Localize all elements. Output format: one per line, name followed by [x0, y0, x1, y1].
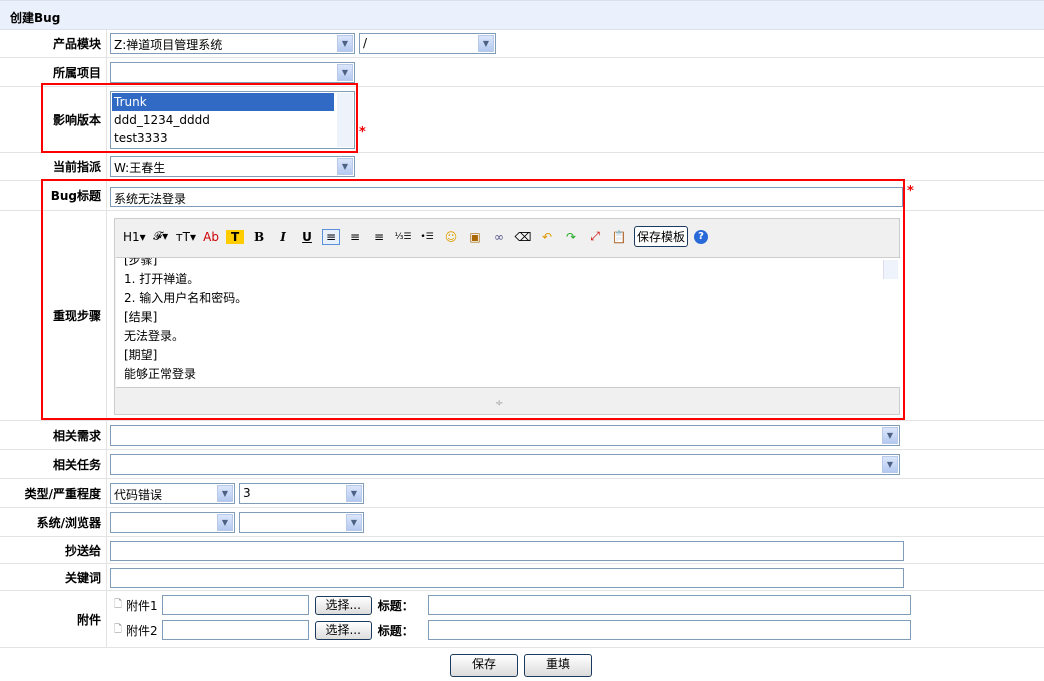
row-task: 相关任务 ▼ — [0, 450, 1044, 479]
chevron-down-icon: ▼ — [337, 158, 353, 175]
browse-button[interactable]: 选择... — [314, 620, 372, 640]
project-select[interactable]: ▼ — [110, 62, 355, 83]
row-product-module: 产品模块 Z:禅道项目管理系统 ▼ / ▼ — [0, 30, 1044, 58]
chevron-down-icon: ▼ — [478, 35, 494, 52]
file-row: 🗋 附件2 选择... 标题： — [114, 620, 911, 640]
file-title-input[interactable] — [427, 595, 911, 615]
chevron-down-icon: ▼ — [346, 514, 362, 531]
type-value: 代码错误 — [114, 488, 163, 502]
highlight-box — [41, 179, 905, 420]
label-project: 所属项目 — [0, 58, 107, 86]
module-value: / — [363, 36, 368, 50]
assigned-value: W:王春生 — [114, 161, 166, 175]
required-mark: * — [359, 125, 366, 140]
row-assigned: 当前指派 W:王春生 ▼ — [0, 153, 1044, 181]
chevron-down-icon: ▼ — [882, 456, 898, 473]
reset-button[interactable]: 重填 — [524, 654, 592, 677]
chevron-down-icon: ▼ — [337, 64, 353, 81]
file-path-input[interactable] — [161, 620, 309, 640]
product-select[interactable]: Z:禅道项目管理系统 ▼ — [110, 33, 355, 54]
chevron-down-icon: ▼ — [217, 485, 233, 502]
label-type-severity: 类型/严重程度 — [0, 479, 107, 507]
file-icon: 🗋 — [114, 598, 123, 610]
chevron-down-icon: ▼ — [346, 485, 362, 502]
module-select[interactable]: / ▼ — [359, 33, 496, 54]
page-title: 创建Bug — [0, 0, 1044, 30]
keywords-input[interactable] — [110, 568, 904, 588]
file-title-label: 标题： — [377, 623, 414, 638]
severity-select[interactable]: 3 ▼ — [239, 483, 364, 504]
story-select[interactable]: ▼ — [110, 425, 900, 446]
mailto-input[interactable] — [110, 541, 904, 561]
label-keywords: 关键词 — [0, 564, 107, 590]
row-type-severity: 类型/严重程度 代码错误 ▼ 3 ▼ — [0, 479, 1044, 508]
label-product-module: 产品模块 — [0, 30, 107, 57]
browse-button[interactable]: 选择... — [314, 595, 372, 615]
file-icon: 🗋 — [114, 623, 123, 635]
chevron-down-icon: ▼ — [337, 35, 353, 52]
product-value: Z:禅道项目管理系统 — [114, 38, 223, 52]
file-path-input[interactable] — [161, 595, 309, 615]
label-story: 相关需求 — [0, 421, 107, 449]
file-label: 附件2 — [126, 623, 158, 638]
severity-value: 3 — [243, 486, 251, 500]
row-mailto: 抄送给 — [0, 537, 1044, 564]
browser-select[interactable]: ▼ — [239, 512, 364, 533]
file-title-label: 标题： — [377, 598, 414, 613]
row-keywords: 关键词 — [0, 564, 1044, 591]
chevron-down-icon: ▼ — [217, 514, 233, 531]
label-task: 相关任务 — [0, 450, 107, 478]
label-mailto: 抄送给 — [0, 537, 107, 563]
chevron-down-icon: ▼ — [882, 427, 898, 444]
type-select[interactable]: 代码错误 ▼ — [110, 483, 235, 504]
row-os-browser: 系统/浏览器 ▼ ▼ — [0, 508, 1044, 537]
os-select[interactable]: ▼ — [110, 512, 235, 533]
file-row: 🗋 附件1 选择... 标题： — [114, 595, 911, 615]
row-story: 相关需求 ▼ — [0, 421, 1044, 450]
file-title-input[interactable] — [427, 620, 911, 640]
task-select[interactable]: ▼ — [110, 454, 900, 475]
assigned-select[interactable]: W:王春生 ▼ — [110, 156, 355, 177]
save-button[interactable]: 保存 — [450, 654, 518, 677]
label-files: 附件 — [0, 591, 107, 647]
label-assigned: 当前指派 — [0, 153, 107, 180]
file-label: 附件1 — [126, 598, 158, 613]
required-mark: * — [907, 184, 914, 199]
highlight-box — [41, 83, 358, 153]
label-os-browser: 系统/浏览器 — [0, 508, 107, 536]
